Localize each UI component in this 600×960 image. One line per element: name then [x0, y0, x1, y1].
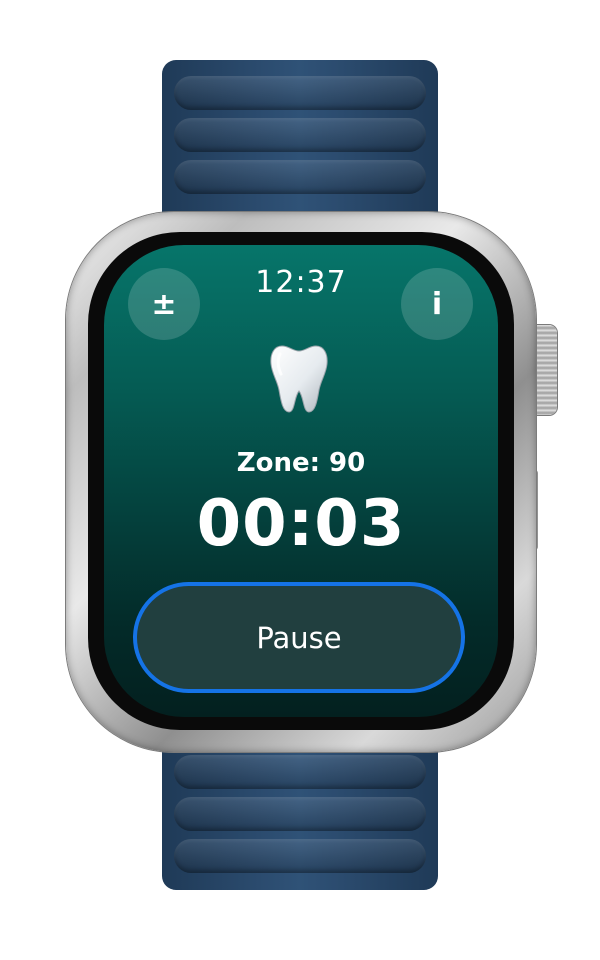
info-button[interactable]: i [401, 268, 473, 340]
watch-screen: ± 12:37 i Zone: 90 00:03 Pause [104, 245, 498, 717]
timer-display: 00:03 [196, 487, 406, 561]
band-rib [174, 797, 426, 831]
band-rib [174, 755, 426, 789]
band-rib [174, 118, 426, 152]
pause-button[interactable]: Pause [133, 582, 465, 693]
pause-button-label: Pause [256, 620, 342, 655]
zone-label: Zone: 90 [236, 448, 366, 478]
band-rib [174, 839, 426, 873]
watch-mockup: ± 12:37 i Zone: 90 00:03 Pause [0, 0, 600, 960]
band-rib [174, 160, 426, 194]
info-icon: i [431, 286, 443, 322]
tooth-icon [270, 345, 328, 413]
band-rib [174, 76, 426, 110]
